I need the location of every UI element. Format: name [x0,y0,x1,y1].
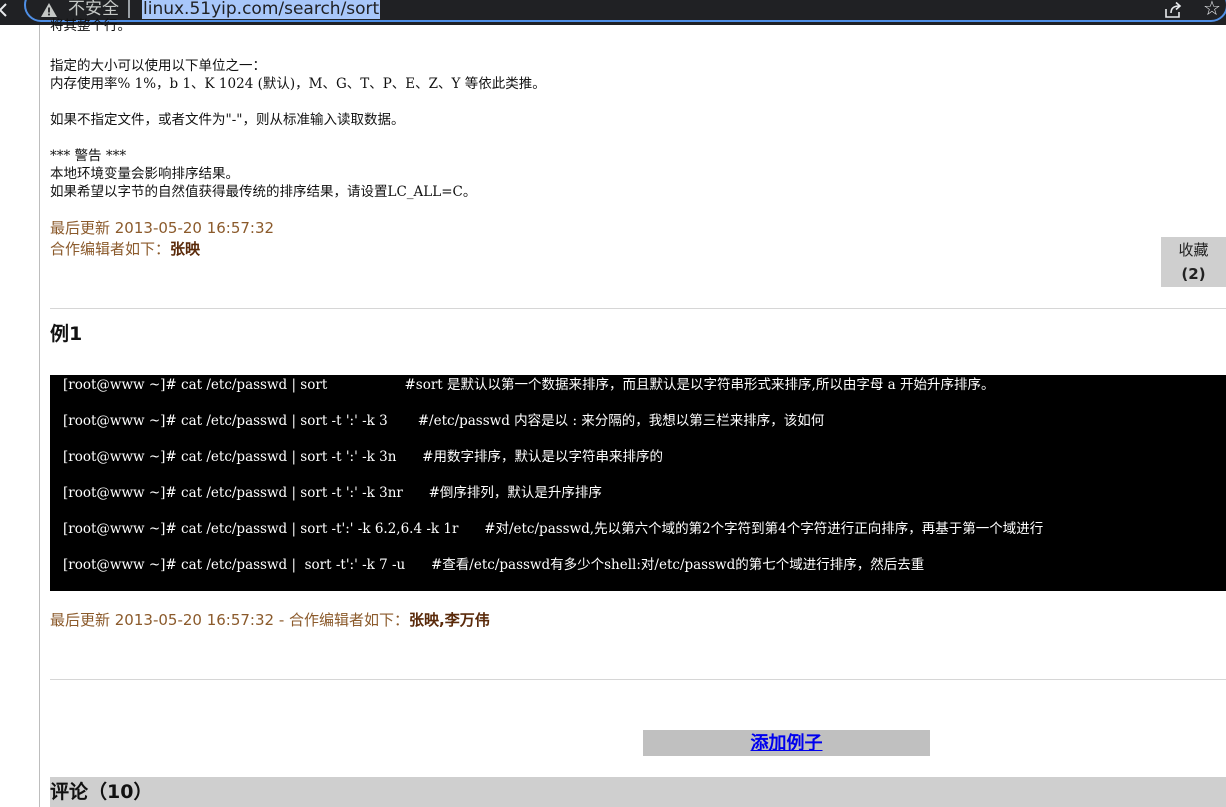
example-title: 例1 [50,323,83,345]
omnibox-separator [128,0,130,18]
example-editors[interactable]: 张映,李万伟 [409,611,490,629]
add-example-link[interactable]: 添加例子 [751,733,823,754]
divider [50,308,1226,309]
code-block: [root@www ~]# cat /etc/passwd | sort #so… [50,375,1226,591]
code-line: [root@www ~]# cat /etc/passwd | sort -t … [63,449,663,465]
code-line: [root@www ~]# cat /etc/passwd | sort #so… [63,377,995,393]
comments-title: 评论（10） [50,781,153,803]
warning-line-2: 如果希望以字节的自然值获得最传统的排序结果，请设置LC_ALL=C。 [50,184,477,200]
browser-toolbar: 不安全 linux.51yip.com/search/sort ☆ [0,0,1226,25]
warning-title: *** 警告 *** [50,148,127,164]
url-text[interactable]: linux.51yip.com/search/sort [142,0,381,19]
favorite-count: (2) [1181,265,1206,283]
units-line-2: 内存使用率% 1%，b 1、K 1024 (默认)，M、G、T、P、E、Z、Y … [50,76,546,92]
bookmark-star-icon[interactable]: ☆ [1203,0,1221,18]
back-chevron-icon[interactable] [0,0,10,20]
add-example-button[interactable]: 添加例子 [643,730,930,756]
left-border [39,25,40,807]
units-line-1: 指定的大小可以使用以下单位之一： [50,58,266,74]
code-line: [root@www ~]# cat /etc/passwd | sort -t'… [63,557,925,573]
example-updated: 最后更新 2013-05-20 16:57:32 - 合作编辑者如下： [50,611,410,629]
divider [50,679,1226,680]
stdin-line: 如果不指定文件，或者文件为"-"，则从标准输入读取数据。 [50,112,405,128]
last-updated: 最后更新 2013-05-20 16:57:32 [50,219,275,237]
comments-header: 评论（10） [50,777,1226,807]
editors-names[interactable]: 张映 [170,240,200,258]
code-line: [root@www ~]# cat /etc/passwd | sort -t … [63,485,602,501]
favorite-button[interactable]: 收藏 (2) [1161,237,1226,287]
editors-line: 合作编辑者如下：张映 [50,239,200,259]
code-line: [root@www ~]# cat /etc/passwd | sort -t … [63,413,825,429]
share-icon[interactable] [1163,1,1183,19]
favorite-label: 收藏 [1178,241,1209,259]
clipped-text-line: 将其整个行。 [50,18,131,34]
example-meta: 最后更新 2013-05-20 16:57:32 - 合作编辑者如下：张映,李万… [50,610,490,630]
warning-line-1: 本地环境变量会影响排序结果。 [50,166,239,182]
code-line: [root@www ~]# cat /etc/passwd | sort -t'… [63,521,1044,537]
editors-label: 合作编辑者如下： [50,240,171,258]
